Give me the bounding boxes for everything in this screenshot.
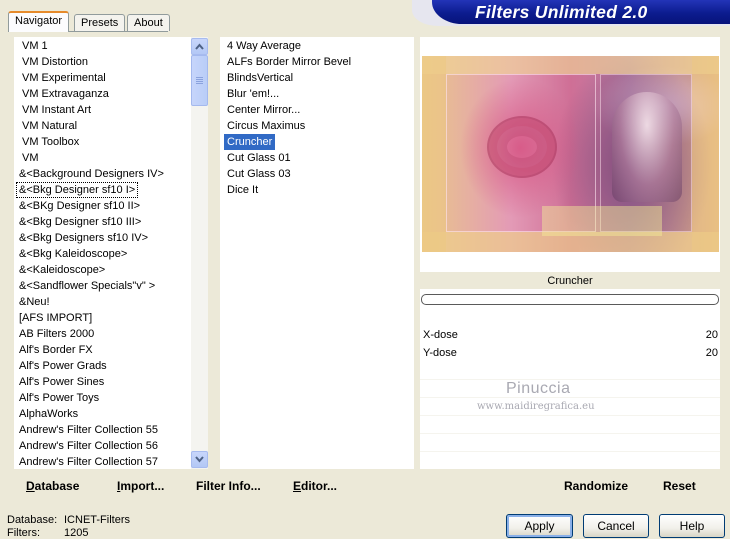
editor-button[interactable]: Editor... <box>293 472 337 500</box>
category-item[interactable]: &<Kaleidoscope> <box>16 262 108 278</box>
category-item[interactable]: &<Background Designers IV> <box>16 166 167 182</box>
category-item[interactable]: VM Distortion <box>19 54 91 70</box>
preview-frame-band <box>422 56 446 252</box>
right-button-bar: Randomize Reset <box>420 472 720 500</box>
progress-bar <box>421 294 719 305</box>
param-label: Y-dose <box>423 347 457 359</box>
grip-line <box>196 83 203 84</box>
grip-line <box>196 77 203 78</box>
preview-frame-band <box>422 56 719 74</box>
watermark-title: Pinuccia <box>506 380 571 397</box>
status-database-value: ICNET-Filters <box>64 514 130 526</box>
filter-item[interactable]: Circus Maximus <box>224 118 308 134</box>
filter-list[interactable]: 4 Way Average ALFs Border Mirror Bevel Bli… <box>220 37 414 469</box>
filter-item[interactable]: Cut Glass 03 <box>224 166 294 182</box>
category-item[interactable]: Andrew's Filter Collection 55 <box>16 422 161 438</box>
filter-item[interactable]: BlindsVertical <box>224 70 296 86</box>
category-list[interactable]: VM 1 VM Distortion VM Experimental VM Extra… <box>14 37 208 469</box>
status-database-label: Database: <box>7 514 58 526</box>
filter-item[interactable]: Dice It <box>224 182 261 198</box>
param-row-y-dose[interactable]: Y-dose 20 <box>420 344 720 362</box>
preview-image <box>422 56 719 252</box>
filter-item[interactable]: Cruncher <box>224 134 276 150</box>
category-item[interactable]: &Neu! <box>16 294 53 310</box>
category-item[interactable]: VM Extravaganza <box>19 86 112 102</box>
category-scrollbar[interactable] <box>191 37 208 469</box>
randomize-button[interactable]: Randomize <box>564 472 628 500</box>
category-item[interactable]: &<BKg Designer sf10 II> <box>16 198 143 214</box>
filter-item[interactable]: Center Mirror... <box>224 102 303 118</box>
watermark-url: www.maidiregrafica.eu <box>477 401 595 412</box>
preview-highlight <box>542 206 662 236</box>
reset-button[interactable]: Reset <box>663 472 696 500</box>
scroll-up-button[interactable] <box>191 38 208 55</box>
tab-about[interactable]: About <box>127 14 170 31</box>
category-item[interactable]: VM <box>19 150 42 166</box>
status-filters-label: Filters: <box>7 527 40 539</box>
apply-button[interactable]: Apply <box>506 514 573 538</box>
grip-line <box>196 79 203 80</box>
category-item[interactable]: Andrew's Filter Collection 56 <box>16 438 161 454</box>
help-button[interactable]: Help <box>659 514 725 538</box>
param-divider <box>420 415 720 416</box>
filter-name-row: Cruncher <box>420 272 720 290</box>
tab-presets[interactable]: Presets <box>74 14 126 31</box>
filter-item[interactable]: ALFs Border Mirror Bevel <box>224 54 354 70</box>
category-item[interactable]: &<Bkg Designer sf10 III> <box>16 214 144 230</box>
filter-info-button[interactable]: Filter Info... <box>196 472 261 500</box>
param-divider <box>420 433 720 434</box>
scroll-down-button[interactable] <box>191 451 208 468</box>
param-row-x-dose[interactable]: X-dose 20 <box>420 326 720 344</box>
param-label: X-dose <box>423 329 458 341</box>
category-item[interactable]: VM Instant Art <box>19 102 94 118</box>
import-button[interactable]: Import... <box>117 472 164 500</box>
status-filters-value: 1205 <box>64 527 89 539</box>
app-title: Filters Unlimited 2.0 <box>475 2 648 22</box>
preview-frame-band <box>692 56 719 252</box>
category-item[interactable]: VM Experimental <box>19 70 109 86</box>
category-item[interactable]: VM 1 <box>19 38 51 54</box>
scroll-thumb[interactable] <box>191 55 208 106</box>
category-item[interactable]: VM Natural <box>19 118 80 134</box>
category-item[interactable]: AB Filters 2000 <box>16 326 97 342</box>
chevron-up-icon <box>195 43 204 50</box>
category-item[interactable]: Alf's Power Toys <box>16 390 102 406</box>
filter-item[interactable]: 4 Way Average <box>224 38 304 54</box>
category-item[interactable]: &<Sandflower Specials"v" > <box>16 278 158 294</box>
param-value[interactable]: 20 <box>706 326 718 344</box>
category-item[interactable]: &<Bkg Designer sf10 I> <box>16 182 139 198</box>
category-item[interactable]: Alf's Power Sines <box>16 374 107 390</box>
left-button-bar: Database Import... Filter Info... Editor… <box>14 472 414 500</box>
category-item[interactable]: &<Bkg Designers sf10 IV> <box>16 230 151 246</box>
database-button[interactable]: Database <box>26 472 79 500</box>
category-item[interactable]: [AFS IMPORT] <box>16 310 95 326</box>
grip-line <box>196 81 203 82</box>
category-item[interactable]: Andrew's Filter Collection 57 <box>16 454 161 469</box>
param-value[interactable]: 20 <box>706 344 718 362</box>
filter-item[interactable]: Cut Glass 01 <box>224 150 294 166</box>
filter-item[interactable]: Blur 'em!... <box>224 86 282 102</box>
category-item[interactable]: VM Toolbox <box>19 134 82 150</box>
tab-navigator[interactable]: Navigator <box>8 11 70 32</box>
preview-figure <box>612 92 682 202</box>
category-item[interactable]: Alf's Power Grads <box>16 358 110 374</box>
param-divider <box>420 451 720 452</box>
preview-rose <box>487 116 557 178</box>
chevron-down-icon <box>195 456 204 463</box>
category-item[interactable]: AlphaWorks <box>16 406 81 422</box>
cancel-button[interactable]: Cancel <box>583 514 649 538</box>
category-item[interactable]: &<Bkg Kaleidoscope> <box>16 246 130 262</box>
selected-filter-name: Cruncher <box>547 275 593 287</box>
category-item[interactable]: Alf's Border FX <box>16 342 96 358</box>
